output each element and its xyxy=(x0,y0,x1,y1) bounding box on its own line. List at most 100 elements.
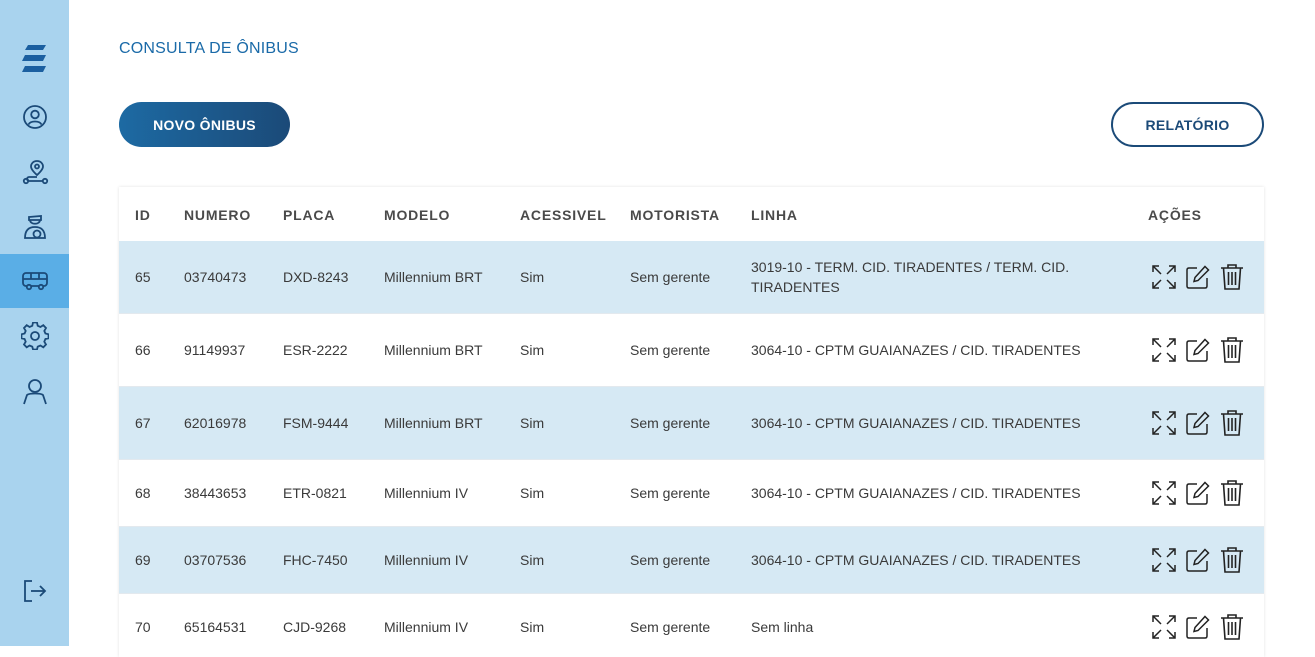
edit-button[interactable] xyxy=(1184,546,1212,574)
table-row[interactable]: 67 62016978 FSM-9444 Millennium BRT Sim … xyxy=(119,387,1264,460)
trash-icon xyxy=(1221,264,1243,290)
cell-numero: 91149937 xyxy=(184,342,246,358)
expand-icon xyxy=(1152,615,1176,639)
cell-acessivel: Sim xyxy=(520,619,545,635)
expand-button[interactable] xyxy=(1150,336,1178,364)
gear-icon xyxy=(20,322,49,350)
report-button[interactable]: RELATÓRIO xyxy=(1111,102,1264,147)
route-pin-icon xyxy=(22,160,48,185)
cell-numero: 65164531 xyxy=(184,619,247,635)
row-actions xyxy=(1150,479,1246,507)
cell-numero: 03707536 xyxy=(184,552,247,568)
brand-logo-icon xyxy=(21,45,46,72)
expand-button[interactable] xyxy=(1150,613,1178,641)
delete-button[interactable] xyxy=(1218,409,1246,437)
bus-icon xyxy=(21,272,48,291)
edit-icon xyxy=(1186,481,1210,505)
edit-icon xyxy=(1186,411,1210,435)
table-row[interactable]: 69 03707536 FHC-7450 Millennium IV Sim S… xyxy=(119,527,1264,594)
driver-icon xyxy=(23,215,46,239)
expand-button[interactable] xyxy=(1150,263,1178,291)
edit-button[interactable] xyxy=(1184,479,1212,507)
sidebar-item-settings[interactable] xyxy=(0,309,69,363)
cell-id: 70 xyxy=(135,619,151,635)
table-row[interactable]: 70 65164531 CJD-9268 Millennium IV Sim S… xyxy=(119,594,1264,657)
column-header-motorista[interactable]: MOTORISTA xyxy=(630,207,720,223)
person-icon xyxy=(22,379,47,405)
sidebar-item-profile[interactable] xyxy=(0,364,69,418)
cell-placa: CJD-9268 xyxy=(283,619,347,635)
cell-acessivel: Sim xyxy=(520,415,545,431)
trash-icon xyxy=(1221,410,1243,436)
cell-numero: 03740473 xyxy=(184,269,247,285)
delete-button[interactable] xyxy=(1218,613,1246,641)
cell-linha: Sem linha xyxy=(751,619,814,635)
cell-motorista: Sem gerente xyxy=(630,342,711,358)
cell-modelo: Millennium IV xyxy=(384,552,469,568)
edit-button[interactable] xyxy=(1184,336,1212,364)
row-actions xyxy=(1150,613,1246,641)
row-actions xyxy=(1150,263,1246,291)
edit-button[interactable] xyxy=(1184,613,1212,641)
cell-numero: 62016978 xyxy=(184,415,247,431)
delete-button[interactable] xyxy=(1218,336,1246,364)
cell-motorista: Sem gerente xyxy=(630,485,711,501)
expand-button[interactable] xyxy=(1150,546,1178,574)
logout-icon xyxy=(23,580,46,602)
delete-button[interactable] xyxy=(1218,479,1246,507)
delete-button[interactable] xyxy=(1218,546,1246,574)
column-header-placa[interactable]: PLACA xyxy=(283,207,335,223)
cell-modelo: Millennium IV xyxy=(384,619,469,635)
table-header: ID NUMERO PLACA MODELO ACESSIVEL MOTORIS… xyxy=(119,187,1264,241)
delete-button[interactable] xyxy=(1218,263,1246,291)
edit-icon xyxy=(1186,265,1210,289)
table-row[interactable]: 66 91149937 ESR-2222 Millennium BRT Sim … xyxy=(119,314,1264,387)
cell-id: 66 xyxy=(135,342,151,358)
cell-linha: 3064-10 - CPTM GUAIANAZES / CID. TIRADEN… xyxy=(751,342,1081,358)
sidebar-item-users[interactable] xyxy=(0,90,69,144)
expand-icon xyxy=(1152,338,1176,362)
cell-numero: 38443653 xyxy=(184,485,247,501)
expand-icon xyxy=(1152,481,1176,505)
column-header-acoes: AÇÕES xyxy=(1148,207,1202,223)
cell-placa: ETR-0821 xyxy=(283,485,347,501)
brand-logo[interactable] xyxy=(0,36,69,82)
column-header-numero[interactable]: NUMERO xyxy=(184,207,251,223)
expand-icon xyxy=(1152,265,1176,289)
cell-placa: FHC-7450 xyxy=(283,552,348,568)
logout-button[interactable] xyxy=(0,564,69,618)
trash-icon xyxy=(1221,480,1243,506)
bus-table: ID NUMERO PLACA MODELO ACESSIVEL MOTORIS… xyxy=(119,187,1264,657)
cell-motorista: Sem gerente xyxy=(630,415,711,431)
column-header-modelo[interactable]: MODELO xyxy=(384,207,450,223)
table-row[interactable]: 68 38443653 ETR-0821 Millennium IV Sim S… xyxy=(119,460,1264,527)
new-bus-button[interactable]: NOVO ÔNIBUS xyxy=(119,102,290,147)
edit-button[interactable] xyxy=(1184,409,1212,437)
trash-icon xyxy=(1221,614,1243,640)
cell-linha: 3064-10 - CPTM GUAIANAZES / CID. TIRADEN… xyxy=(751,415,1081,431)
cell-id: 69 xyxy=(135,552,151,568)
cell-motorista: Sem gerente xyxy=(630,619,711,635)
sidebar-item-drivers[interactable] xyxy=(0,200,69,254)
trash-icon xyxy=(1221,547,1243,573)
cell-modelo: Millennium BRT xyxy=(384,415,483,431)
table-row[interactable]: 65 03740473 DXD-8243 Millennium BRT Sim … xyxy=(119,241,1264,314)
cell-linha: 3064-10 - CPTM GUAIANAZES / CID. TIRADEN… xyxy=(751,485,1081,501)
column-header-acessivel[interactable]: ACESSIVEL xyxy=(520,207,607,223)
cell-motorista: Sem gerente xyxy=(630,269,711,285)
expand-button[interactable] xyxy=(1150,409,1178,437)
cell-acessivel: Sim xyxy=(520,485,545,501)
edit-icon xyxy=(1186,338,1210,362)
user-circle-icon xyxy=(22,105,47,129)
sidebar-item-routes[interactable] xyxy=(0,145,69,199)
column-header-id[interactable]: ID xyxy=(135,207,151,223)
cell-modelo: Millennium IV xyxy=(384,485,469,501)
expand-icon xyxy=(1152,411,1176,435)
column-header-linha[interactable]: LINHA xyxy=(751,207,798,223)
cell-id: 68 xyxy=(135,485,151,501)
row-actions xyxy=(1150,546,1246,574)
edit-button[interactable] xyxy=(1184,263,1212,291)
expand-button[interactable] xyxy=(1150,479,1178,507)
cell-placa: ESR-2222 xyxy=(283,342,348,358)
sidebar-item-buses[interactable] xyxy=(0,254,69,308)
